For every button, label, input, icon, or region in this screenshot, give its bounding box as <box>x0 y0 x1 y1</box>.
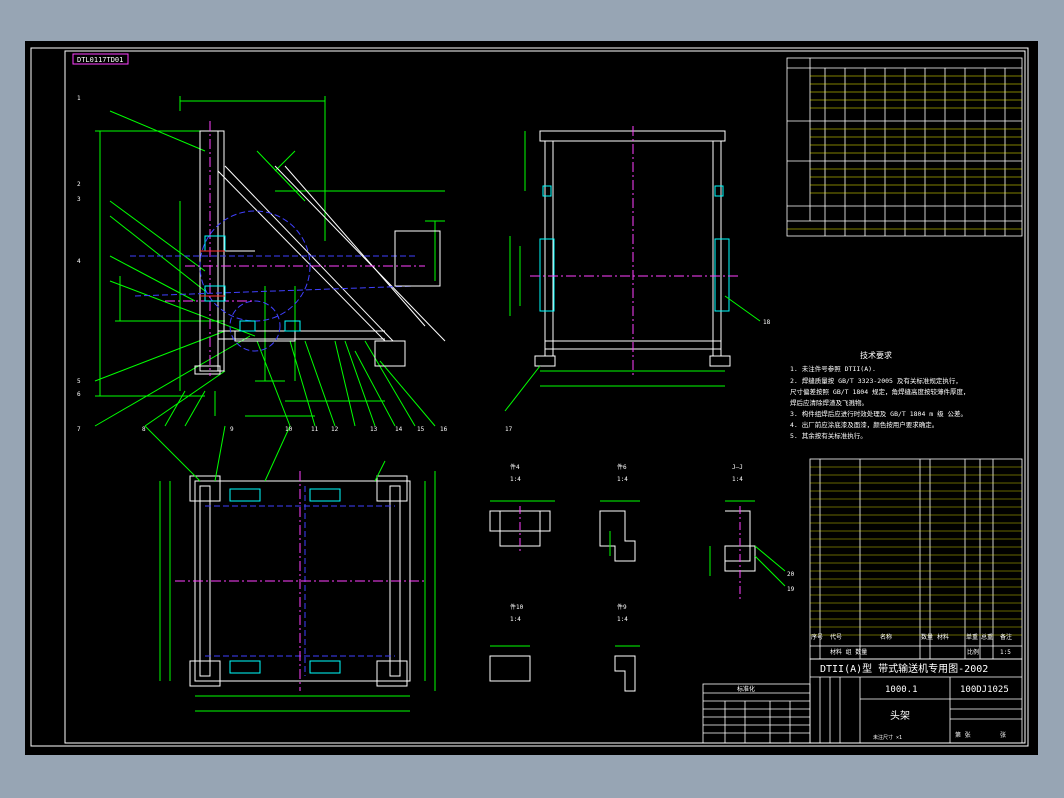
parts-header-cell: 总重 <box>981 633 993 641</box>
series-title: DTII(A)型 带式输送机专用图-2002 <box>820 662 988 675</box>
part-number: 100DJ1025 <box>960 685 1009 695</box>
section-label: 件10 <box>510 603 524 611</box>
scale-value: 1:5 <box>1000 649 1011 656</box>
item-number: 6 <box>77 391 81 398</box>
item-number: 8 <box>142 426 146 433</box>
parts-header-cell: 代号 <box>830 633 842 641</box>
parts-list <box>809 458 1023 660</box>
item-number: 11 <box>311 426 319 433</box>
item-number: 16 <box>440 426 448 433</box>
legend-note: 未注尺寸 ×1 <box>873 734 902 741</box>
parts-list-header: 序号 代号 名称 数量 材料 单重 总重 备注 材料 组 数量 比例 1:5 <box>811 633 1012 656</box>
section-label: 件9 <box>617 603 627 611</box>
item-number: 13 <box>370 426 378 433</box>
tech-requirement-line: 2. 焊缝质量按 GB/T 3323-2005 及有关标准规定执行， <box>790 376 962 385</box>
section-label: 件4 <box>510 463 520 471</box>
item-number: 4 <box>77 258 81 265</box>
parts-header-cell: 数量 <box>921 633 933 641</box>
tech-requirements-heading: 技术要求 <box>860 350 892 360</box>
outer-frame <box>30 47 1029 747</box>
drawing-sheet: DTL0117TD01 件4 件6 J—J 件10 件9 1:4 1:4 1:4… <box>25 41 1038 755</box>
item-number: 14 <box>395 426 403 433</box>
section-label: J—J <box>732 464 743 471</box>
section-label-group: 件4 件6 J—J 件10 件9 1:4 1:4 1:4 1:4 1:4 <box>510 463 743 623</box>
parts-header-cell: 备注 <box>1000 633 1012 641</box>
item-number: 15 <box>417 426 425 433</box>
section-scale: 1:4 <box>617 616 628 623</box>
parts-header-cell: 名称 <box>880 633 892 641</box>
item-number: 1 <box>77 95 81 102</box>
section-scale: 1:4 <box>510 476 521 483</box>
item-number-group: 1 2 3 4 5 6 7 8 9 10 11 12 13 14 15 16 1… <box>77 95 795 593</box>
item-number: 3 <box>77 196 81 203</box>
stamp-title: 标准化 <box>737 685 755 693</box>
tech-requirement-line: 4. 出厂前应涂底漆及面漆，颜色按用户要求确定。 <box>790 420 938 429</box>
sheet-count: 张 <box>1000 731 1006 739</box>
plan-view <box>144 425 436 712</box>
revision-block <box>702 683 811 744</box>
tech-requirement-line: 焊后应清除焊渣及飞溅物。 <box>790 398 868 407</box>
tech-requirement-line: 1. 未注件号参照 DTII(A). <box>790 364 876 373</box>
parts-header-cell: 序号 <box>811 633 823 641</box>
item-number: 5 <box>77 378 81 385</box>
tech-requirement-line: 5. 其余按有关标准执行。 <box>790 431 867 440</box>
section-scale: 1:4 <box>617 476 628 483</box>
item-number: 10 <box>285 426 293 433</box>
item-number: 7 <box>77 426 81 433</box>
parts-list-rows <box>810 466 1022 636</box>
tech-requirements: 技术要求 1. 未注件号参照 DTII(A). 2. 焊缝质量按 GB/T 33… <box>790 350 970 440</box>
item-number: 18 <box>763 319 771 326</box>
section-scale: 1:4 <box>510 616 521 623</box>
tech-requirement-line: 3. 构件组焊后应进行时效处理及 GB/T 1804 m 级 公差。 <box>790 409 967 418</box>
drawing-code: DTL0117TD01 <box>77 56 123 64</box>
tech-requirement-line: 尺寸偏差按照 GB/T 1804 规定，角焊缝高度按较薄件厚度， <box>790 387 970 396</box>
parameter-table <box>786 57 1023 237</box>
parts-header-cell: 单重 <box>966 633 978 641</box>
sheet-label: 第 张 <box>955 731 971 739</box>
side-view <box>94 96 446 427</box>
front-view <box>504 126 761 412</box>
cad-drawing: DTL0117TD01 件4 件6 J—J 件10 件9 1:4 1:4 1:4… <box>30 47 1029 747</box>
section-scale: 1:4 <box>732 476 743 483</box>
item-number: 17 <box>505 426 513 433</box>
section-label: 件6 <box>617 463 627 471</box>
scale-label: 比例 <box>967 648 979 656</box>
item-number: 20 <box>787 571 795 578</box>
drawing-number: 1000.1 <box>885 685 918 695</box>
item-number: 12 <box>331 426 339 433</box>
item-number: 19 <box>787 586 795 593</box>
item-number: 9 <box>230 426 234 433</box>
item-number: 2 <box>77 181 81 188</box>
detail-views <box>489 500 786 692</box>
part-name: 头架 <box>890 710 910 722</box>
parts-material-row: 材料 组 数量 <box>830 648 867 656</box>
parts-header-cell: 材料 <box>937 633 949 641</box>
